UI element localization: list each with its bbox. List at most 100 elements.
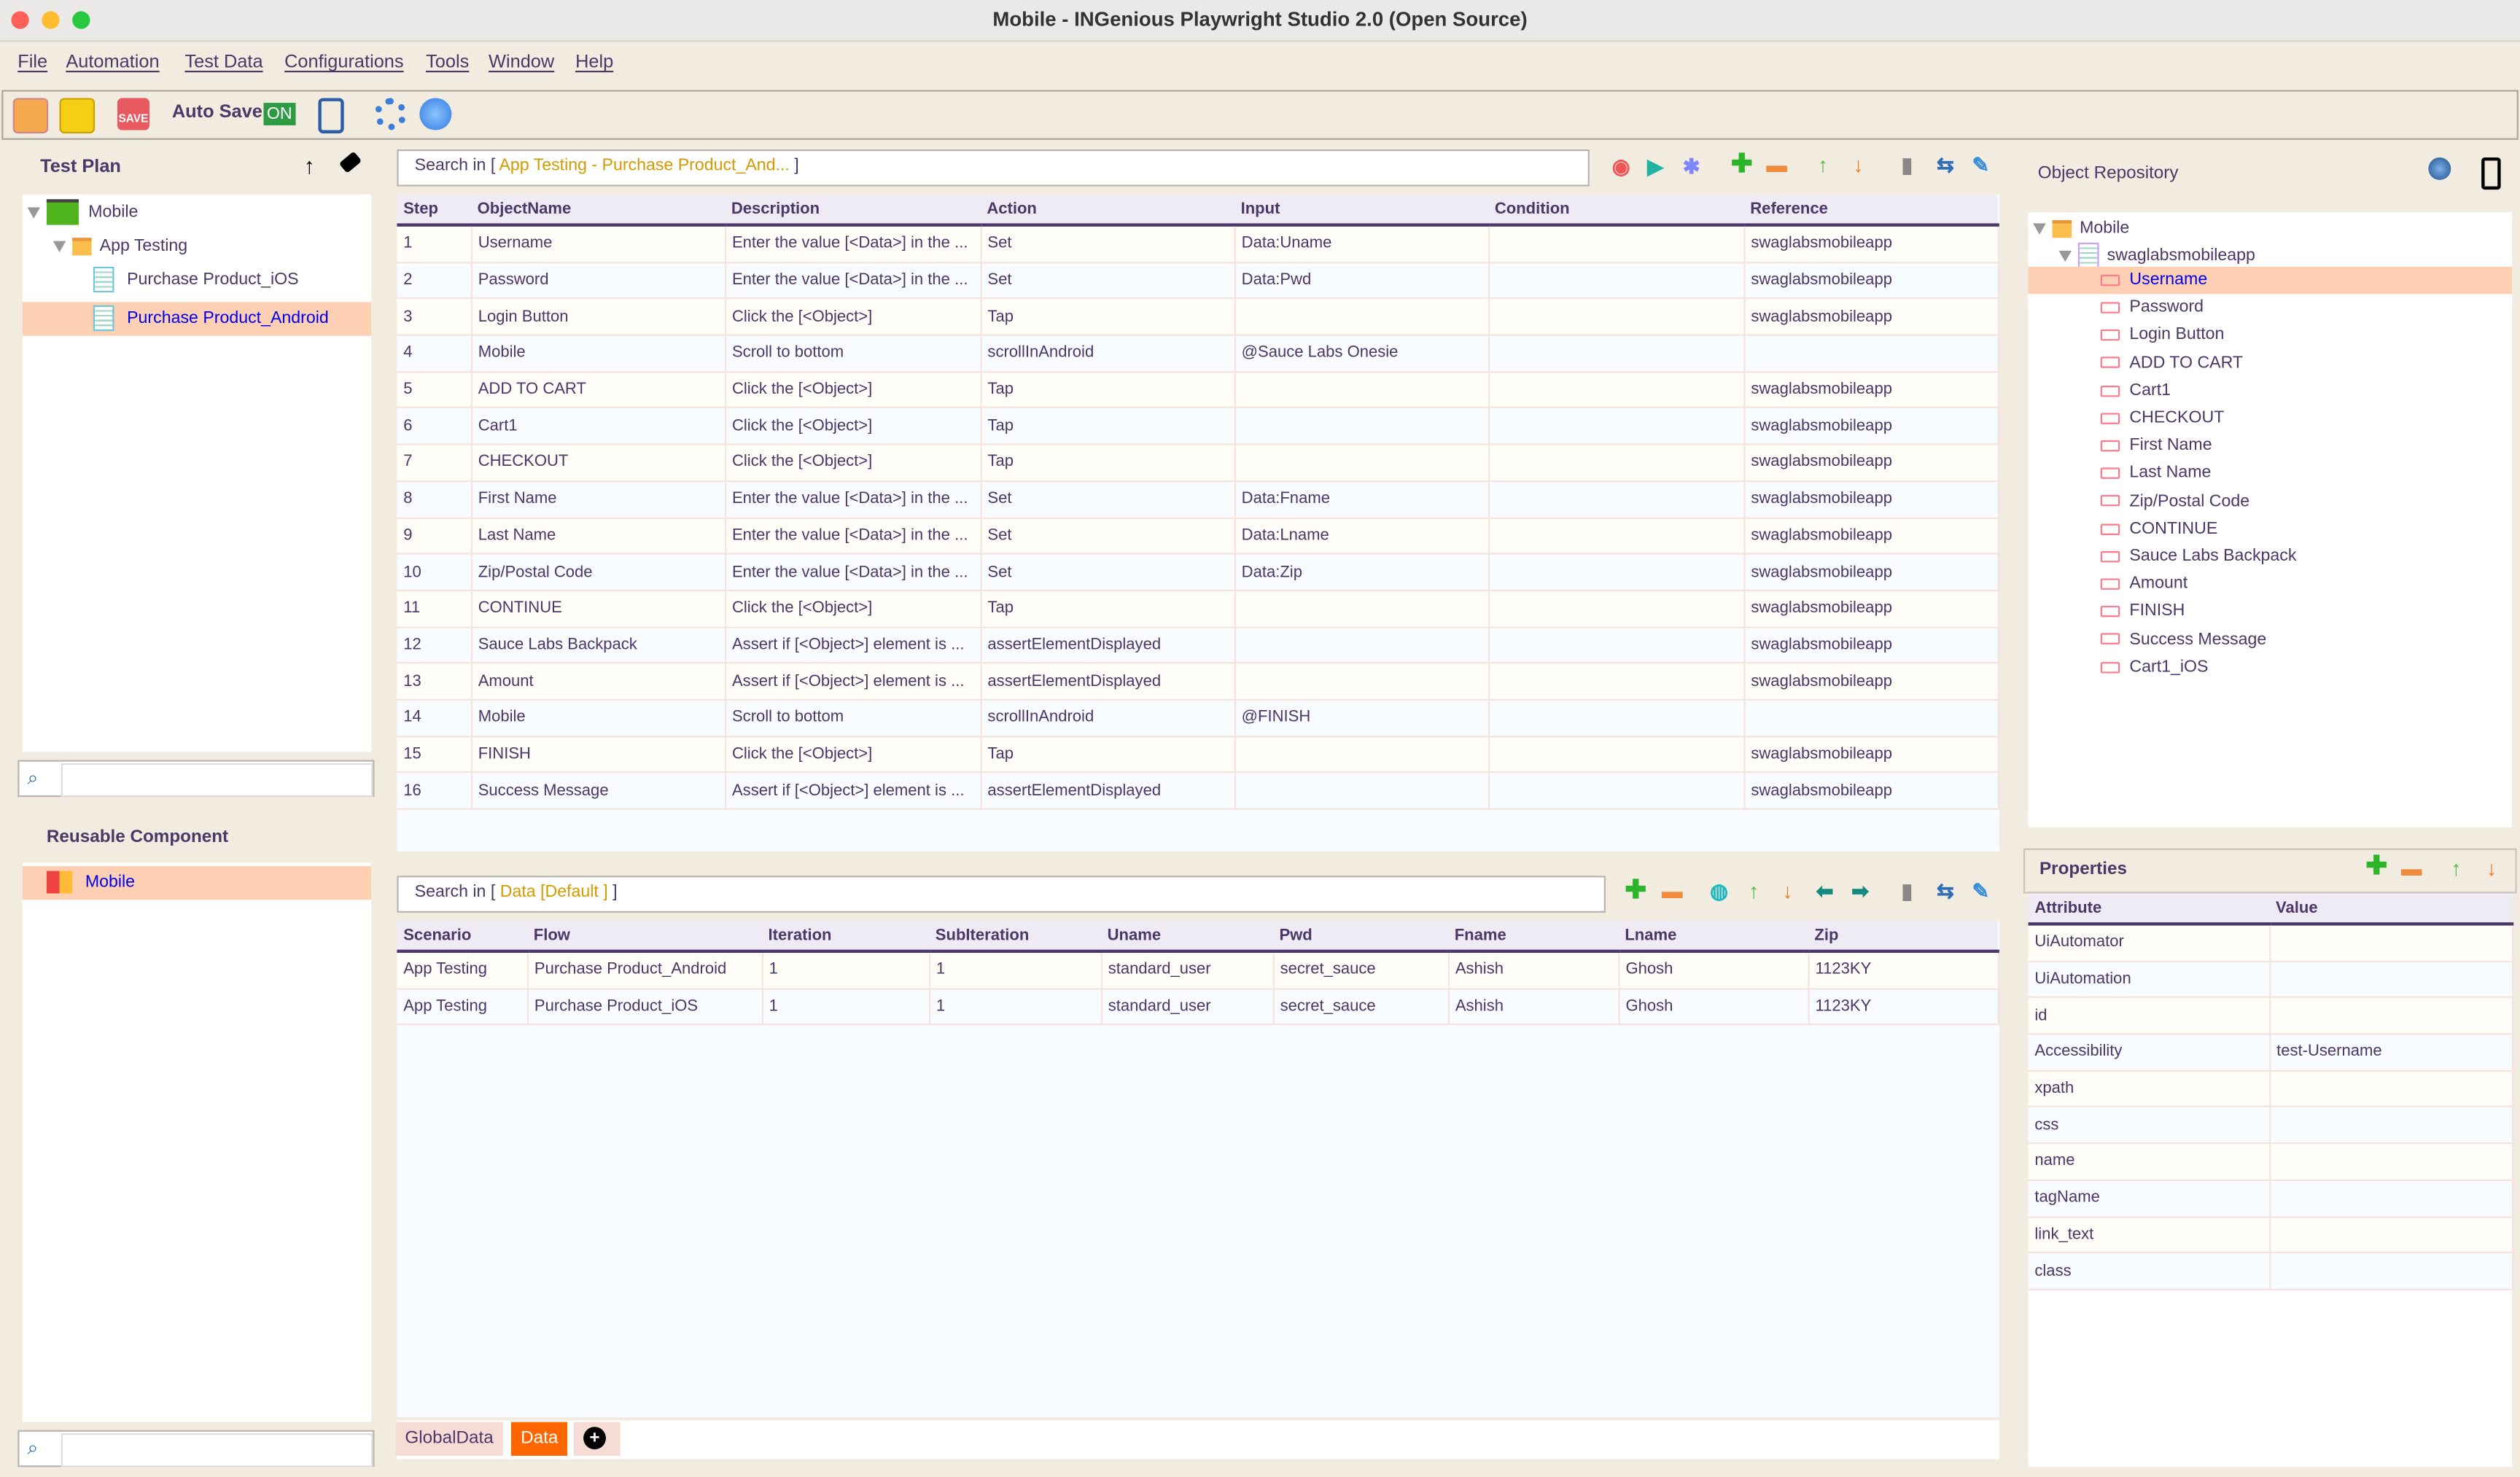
- auto-save-toggle[interactable]: ON: [263, 103, 296, 125]
- reusable-item-mobile[interactable]: Mobile: [22, 866, 372, 900]
- table-cell[interactable]: [2269, 1180, 2513, 1217]
- table-cell[interactable]: Assert if [<Object>] element is ...: [725, 663, 981, 701]
- tab-globaldata[interactable]: GlobalData: [395, 1422, 503, 1456]
- table-cell[interactable]: Assert if [<Object>] element is ...: [725, 626, 981, 664]
- table-row[interactable]: 14 Mobile Scroll to bottom scrollInAndroid @…: [397, 699, 1999, 737]
- table-cell[interactable]: 1: [928, 988, 1102, 1026]
- table-cell[interactable]: 1123KY: [1808, 988, 1999, 1026]
- column-header[interactable]: Step: [397, 194, 471, 227]
- table-cell[interactable]: CONTINUE: [470, 590, 726, 628]
- table-cell[interactable]: Tap: [980, 408, 1235, 445]
- column-header[interactable]: Flow: [526, 920, 762, 954]
- edit-icon[interactable]: ✎: [1972, 152, 1989, 178]
- table-cell[interactable]: FINISH: [470, 736, 726, 773]
- table-cell[interactable]: [1234, 371, 1490, 409]
- move-up-icon[interactable]: ↑: [1749, 879, 1759, 905]
- table-cell[interactable]: [1488, 480, 1745, 518]
- table-cell[interactable]: swaglabsmobileapp: [1743, 736, 1999, 773]
- table-cell[interactable]: scrollInAndroid: [980, 335, 1235, 373]
- column-header[interactable]: Fname: [1447, 920, 1619, 954]
- table-row[interactable]: name: [2028, 1143, 2513, 1181]
- table-cell[interactable]: Data:Fname: [1234, 480, 1490, 518]
- menu-test-data[interactable]: Test Data: [184, 53, 262, 72]
- table-cell[interactable]: swaglabsmobileapp: [1743, 553, 1999, 591]
- table-cell[interactable]: [1488, 335, 1745, 373]
- table-cell[interactable]: secret_sauce: [1272, 988, 1449, 1026]
- menu-window[interactable]: Window: [489, 53, 554, 72]
- repo-object[interactable]: CHECKOUT: [2029, 405, 2512, 432]
- table-row[interactable]: Accessibility test-Username: [2028, 1034, 2513, 1072]
- table-row[interactable]: 2 Password Enter the value [<Data>] in the…: [397, 262, 1999, 300]
- table-cell[interactable]: Tap: [980, 736, 1235, 773]
- table-cell[interactable]: Login Button: [470, 298, 726, 336]
- table-cell[interactable]: Username: [470, 225, 726, 263]
- column-header[interactable]: Uname: [1100, 920, 1273, 954]
- table-cell[interactable]: 1: [397, 225, 472, 263]
- table-cell[interactable]: swaglabsmobileapp: [1743, 626, 1999, 664]
- table-cell[interactable]: assertElementDisplayed: [980, 663, 1235, 701]
- table-cell[interactable]: ADD TO CART: [470, 371, 726, 409]
- table-cell[interactable]: Click the [<Object>]: [725, 298, 981, 336]
- table-cell[interactable]: 8: [397, 480, 472, 518]
- table-row[interactable]: 12 Sauce Labs Backpack Assert if [<Object>…: [397, 626, 1999, 664]
- expand-arrow-icon[interactable]: [27, 206, 41, 219]
- table-cell[interactable]: Enter the value [<Data>] in the ...: [725, 480, 981, 518]
- remove-row-icon[interactable]: ▬: [1766, 152, 1787, 178]
- table-cell[interactable]: Mobile: [470, 699, 726, 737]
- table-cell[interactable]: swaglabsmobileapp: [1743, 262, 1999, 300]
- menu-help[interactable]: Help: [575, 53, 613, 72]
- table-row[interactable]: 15 FINISH Click the [<Object>] Tap swaglabsm…: [397, 736, 1999, 773]
- globe-icon[interactable]: ◍: [1710, 879, 1728, 905]
- table-cell[interactable]: [1743, 699, 1999, 737]
- table-cell[interactable]: [1234, 772, 1490, 810]
- tree-item[interactable]: Mobile: [23, 196, 371, 230]
- table-row[interactable]: 6 Cart1 Click the [<Object>] Tap swaglabsmob…: [397, 408, 1999, 445]
- table-cell[interactable]: swaglabsmobileapp: [1743, 663, 1999, 701]
- table-cell[interactable]: 6: [397, 408, 472, 445]
- table-cell[interactable]: id: [2028, 997, 2271, 1035]
- table-cell[interactable]: standard_user: [1100, 951, 1274, 990]
- column-header[interactable]: ObjectName: [470, 194, 726, 227]
- repo-object[interactable]: Last Name: [2029, 460, 2512, 487]
- column-header[interactable]: Value: [2269, 893, 2513, 926]
- table-cell[interactable]: Enter the value [<Data>] in the ...: [725, 225, 981, 263]
- move-up-icon[interactable]: ↑: [1818, 152, 1828, 178]
- table-cell[interactable]: 1: [928, 951, 1102, 990]
- table-row[interactable]: tagName: [2028, 1180, 2513, 1217]
- table-row[interactable]: class: [2028, 1252, 2513, 1290]
- table-cell[interactable]: 5: [397, 371, 472, 409]
- column-header[interactable]: Condition: [1488, 194, 1744, 227]
- move-down-icon[interactable]: ↓: [1782, 879, 1792, 905]
- table-cell[interactable]: [1234, 663, 1490, 701]
- column-header[interactable]: Description: [725, 194, 981, 227]
- column-header[interactable]: Action: [980, 194, 1234, 227]
- table-cell[interactable]: Set: [980, 262, 1235, 300]
- table-cell[interactable]: Zip/Postal Code: [470, 553, 726, 591]
- table-cell[interactable]: scrollInAndroid: [980, 699, 1235, 737]
- column-header[interactable]: Lname: [1618, 920, 1808, 954]
- repo-object[interactable]: Username: [2028, 266, 2513, 295]
- remove-row-icon[interactable]: ▬: [1662, 879, 1683, 905]
- table-cell[interactable]: Set: [980, 225, 1235, 263]
- table-cell[interactable]: swaglabsmobileapp: [1743, 298, 1999, 336]
- repo-object[interactable]: FINISH: [2029, 599, 2512, 626]
- table-cell[interactable]: Enter the value [<Data>] in the ...: [725, 553, 981, 591]
- table-cell[interactable]: Cart1: [470, 408, 726, 445]
- table-cell[interactable]: 16: [397, 772, 472, 810]
- toggle-icon[interactable]: ▮: [1901, 879, 1913, 905]
- replace-icon[interactable]: ⇆: [1937, 152, 1954, 178]
- reusable-search-input[interactable]: [61, 1433, 373, 1468]
- table-cell[interactable]: Success Message: [470, 772, 726, 810]
- move-up-icon[interactable]: ↑: [2451, 857, 2461, 882]
- tree-item[interactable]: Purchase Product_Android: [22, 302, 372, 336]
- table-cell[interactable]: Ashish: [1447, 951, 1619, 990]
- column-header[interactable]: Attribute: [2028, 893, 2270, 926]
- move-right-icon[interactable]: ➡: [1851, 879, 1869, 905]
- column-header[interactable]: Zip: [1808, 920, 1998, 954]
- minimize-window-button[interactable]: [42, 11, 60, 29]
- column-header[interactable]: Input: [1234, 194, 1488, 227]
- table-row[interactable]: UiAutomator: [2028, 924, 2513, 962]
- table-cell[interactable]: [2269, 1252, 2513, 1290]
- table-cell[interactable]: Last Name: [470, 517, 726, 555]
- expand-arrow-icon[interactable]: [2033, 222, 2046, 235]
